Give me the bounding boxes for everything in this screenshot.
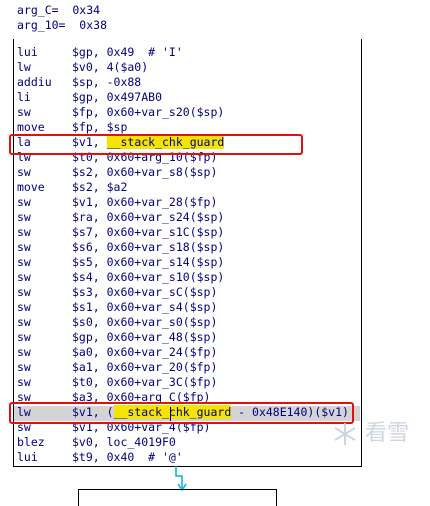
instruction-line[interactable]: sw $fp, 0x60+var_s20($sp) xyxy=(17,105,224,120)
instruction-mnemonic: sw xyxy=(17,165,31,179)
instruction-line[interactable]: sw $s2, 0x60+var_s8($sp) xyxy=(17,165,217,180)
kanxue-watermark: 看雪 xyxy=(332,415,409,447)
instruction-operands: $v0, loc_4019F0 xyxy=(72,435,176,449)
snowflake-icon xyxy=(334,423,356,445)
instruction-line[interactable]: lui $t9, 0x40 # '@' xyxy=(17,450,183,465)
instruction-mnemonic: move xyxy=(17,180,45,194)
instruction-operands: $fp, $sp xyxy=(72,120,128,134)
instruction-operands: $a0, 0x60+var_24($fp) xyxy=(72,345,218,359)
instruction-line[interactable]: sw $t0, 0x60+var_3C($fp) xyxy=(17,375,217,390)
instruction-mnemonic: sw xyxy=(17,210,31,224)
instruction-mnemonic: li xyxy=(17,90,31,104)
instruction-line[interactable]: sw $v1, 0x60+var_28($fp) xyxy=(17,195,217,210)
instruction-line[interactable]: sw $ra, 0x60+var_s24($sp) xyxy=(17,210,224,225)
instruction-mnemonic: sw xyxy=(17,330,31,344)
instruction-operands: $s2, $a2 xyxy=(72,180,128,194)
instruction-mnemonic: lui xyxy=(17,45,38,59)
annotation-box-la-stack-guard xyxy=(9,134,303,155)
arg-c-definition: arg_C= 0x34 xyxy=(17,3,101,17)
instruction-line[interactable]: sw $a0, 0x60+var_24($fp) xyxy=(17,345,217,360)
instruction-mnemonic: sw xyxy=(17,270,31,284)
instruction-line[interactable]: sw $s3, 0x60+var_sC($sp) xyxy=(17,285,217,300)
instruction-operands: $sp, -0x88 xyxy=(72,75,142,89)
instruction-line[interactable]: addiu $sp, -0x88 xyxy=(17,75,141,90)
instruction-line[interactable]: sw $s1, 0x60+var_s4($sp) xyxy=(17,300,217,315)
instruction-line[interactable]: blez $v0, loc_4019F0 xyxy=(17,435,176,450)
instruction-operands: $t0, 0x60+var_3C($fp) xyxy=(72,375,218,389)
instruction-mnemonic: sw xyxy=(17,375,31,389)
instruction-mnemonic: sw xyxy=(17,255,31,269)
instruction-mnemonic: addiu xyxy=(17,75,52,89)
instruction-mnemonic: sw xyxy=(17,285,31,299)
instruction-line[interactable]: sw $s6, 0x60+var_s18($sp) xyxy=(17,240,224,255)
instruction-mnemonic: sw xyxy=(17,345,31,359)
instruction-operands: $v1, 0x60+var_28($fp) xyxy=(72,195,218,209)
instruction-line[interactable]: move $fp, $sp xyxy=(17,120,127,135)
instruction-operands: $s3, 0x60+var_sC($sp) xyxy=(72,285,218,299)
instruction-line[interactable]: lui $gp, 0x49 # 'I' xyxy=(17,45,183,60)
instruction-operands: $s0, 0x60+var_s0($sp) xyxy=(72,315,218,329)
instruction-line[interactable]: lw $v0, 4($a0) xyxy=(17,60,148,75)
instruction-operands: $gp, 0x497AB0 xyxy=(72,90,163,104)
next-basic-block-node[interactable] xyxy=(78,489,277,506)
instruction-mnemonic: blez xyxy=(17,435,45,449)
instruction-mnemonic: move xyxy=(17,120,45,134)
arg-10-definition: arg_10= 0x38 xyxy=(17,18,108,32)
instruction-line[interactable]: sw $gp, 0x60+var_48($sp) xyxy=(17,330,217,345)
instruction-mnemonic: sw xyxy=(17,360,31,374)
instruction-operands: $s4, 0x60+var_s10($sp) xyxy=(72,270,225,284)
instruction-line[interactable]: sw $s0, 0x60+var_s0($sp) xyxy=(17,315,217,330)
instruction-operands: $s1, 0x60+var_s4($sp) xyxy=(72,300,218,314)
instruction-mnemonic: lui xyxy=(17,450,38,464)
annotation-box-lw-stack-guard xyxy=(9,402,354,424)
instruction-mnemonic: sw xyxy=(17,225,31,239)
instruction-line[interactable]: sw $a1, 0x60+var_20($fp) xyxy=(17,360,217,375)
instruction-line[interactable]: sw $s7, 0x60+var_s1C($sp) xyxy=(17,225,224,240)
instruction-operands: $ra, 0x60+var_s24($sp) xyxy=(72,210,225,224)
instruction-mnemonic: sw xyxy=(17,105,31,119)
argument-definitions: arg_C= 0x34 arg_10= 0x38 xyxy=(17,3,107,33)
instruction-operands: $a1, 0x60+var_20($fp) xyxy=(72,360,218,374)
instruction-operands: $s6, 0x60+var_s18($sp) xyxy=(72,240,225,254)
instruction-mnemonic: sw xyxy=(17,300,31,314)
instruction-mnemonic: sw xyxy=(17,195,31,209)
instruction-line[interactable]: li $gp, 0x497AB0 xyxy=(17,90,162,105)
instruction-mnemonic: sw xyxy=(17,315,31,329)
instruction-operands: $gp, 0x49 # 'I' xyxy=(72,45,183,59)
instruction-line[interactable]: move $s2, $a2 xyxy=(17,180,127,195)
watermark-text: 看雪 xyxy=(365,421,410,446)
instruction-mnemonic: lw xyxy=(17,60,31,74)
instruction-line[interactable]: sw $s5, 0x60+var_s14($sp) xyxy=(17,255,224,270)
instruction-operands: $s7, 0x60+var_s1C($sp) xyxy=(72,225,225,239)
instruction-operands: $s2, 0x60+var_s8($sp) xyxy=(72,165,218,179)
instruction-operands: $s5, 0x60+var_s14($sp) xyxy=(72,255,225,269)
instruction-operands: $gp, 0x60+var_48($sp) xyxy=(72,330,218,344)
instruction-operands: $t9, 0x40 # '@' xyxy=(72,450,183,464)
instruction-operands: $fp, 0x60+var_s20($sp) xyxy=(72,105,225,119)
instruction-mnemonic: sw xyxy=(17,240,31,254)
instruction-operands: $v0, 4($a0) xyxy=(72,60,149,74)
instruction-line[interactable]: sw $s4, 0x60+var_s10($sp) xyxy=(17,270,224,285)
